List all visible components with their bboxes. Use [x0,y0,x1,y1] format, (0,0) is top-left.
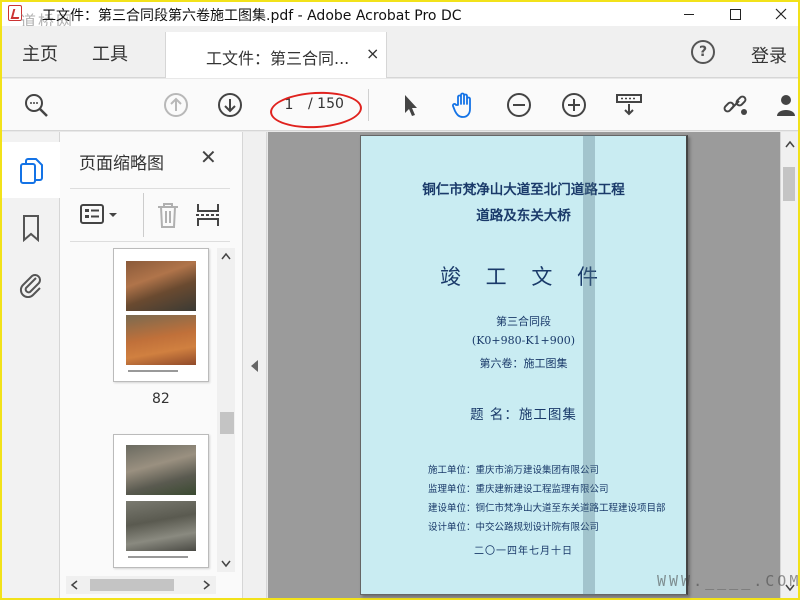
share-link-icon[interactable] [722,91,750,119]
next-page-icon[interactable] [216,91,244,119]
title-bar: 道桥网 工文件：第三合同段第六卷施工图集.pdf - Adobe Acrobat… [2,2,800,31]
scroll-mode-icon[interactable] [615,91,643,119]
thumbnails-close-button[interactable]: ✕ [200,145,217,169]
left-rail [2,132,60,598]
add-user-icon[interactable] [774,91,800,119]
scroll-down-icon[interactable] [221,560,231,568]
thumbnail-photo [126,445,196,495]
doc-main-title: 竣 工 文 件 [439,265,608,289]
thumbnails-panel: 页面缩略图 ✕ 82 [60,132,243,598]
delete-page-icon[interactable] [155,201,181,233]
thumbnails-divider [143,193,144,237]
minimize-button[interactable] [667,2,711,26]
window-title: 工文件：第三合同段第六卷施工图集.pdf - Adobe Acrobat Pro… [42,8,462,24]
tab-bar: 主页 工具 工文件：第三合同... × ? 登录 [2,26,798,78]
thumbnail-photo [126,315,196,365]
doc-chainage: (K0+980-K1+900) [471,334,576,347]
zoom-out-icon[interactable] [505,91,533,119]
tab-document[interactable]: 工文件：第三合同... × [165,32,387,78]
previous-page-icon[interactable] [162,91,190,119]
tab-tools[interactable]: 工具 [92,40,128,66]
doc-unit-line: 施工单位：重庆市渝万建设集团有限公司 [428,465,600,476]
help-icon[interactable]: ? [691,40,715,64]
scroll-right-icon[interactable] [203,580,211,590]
panel-collapse-strip[interactable] [243,132,267,598]
scroll-up-icon[interactable] [785,140,795,148]
tab-home[interactable]: 主页 [22,40,58,66]
watermark-bottom: WWW.____.COM [657,572,800,590]
scroll-left-icon[interactable] [70,580,78,590]
doc-volume: 第六卷：施工图集 [479,357,568,370]
thumbnail-page-label: 82 [152,391,170,407]
document-vertical-scrollbar[interactable] [780,132,798,598]
thumbnails-hscroll-thumb[interactable] [90,579,174,591]
close-window-button[interactable] [759,2,800,26]
search-icon[interactable] [22,91,50,119]
bookmarks-icon[interactable] [21,214,41,246]
page-thumbnails-icon[interactable] [19,158,45,190]
document-view[interactable]: 铜仁市梵净山大道至北门道路工程 道路及东关大桥 竣 工 文 件 第三合同段 (K… [268,132,780,598]
doc-date: 二〇一四年七月十日 [474,546,573,557]
thumbnails-toolbar [70,188,230,242]
thumbnail-caption [128,370,178,372]
select-cursor-icon[interactable] [396,91,424,119]
scroll-up-icon[interactable] [221,252,231,260]
page-thumbnail[interactable] [113,248,209,382]
page-shadow [583,135,595,595]
login-button[interactable]: 登录 [751,42,787,68]
thumbnail-photo [126,501,196,551]
thumbnail-caption [128,556,188,558]
doc-unit-line: 设计单位：中交公路规划设计院有限公司 [428,522,600,533]
tab-document-label: 工文件：第三合同... [206,49,350,68]
extract-pages-icon[interactable] [195,201,221,233]
doc-title-line2: 道路及东关大桥 [476,208,571,224]
thumbnail-options-icon[interactable] [80,203,120,231]
tab-close-button[interactable]: × [366,44,379,63]
document-scroll-thumb[interactable] [783,167,795,201]
thumbnails-vertical-scrollbar[interactable] [217,248,235,572]
toolbar-divider [368,89,369,121]
hand-tool-icon[interactable] [450,91,478,119]
doc-unit-line: 建设单位：铜仁市梵净山大道至东关道路工程建设项目部 [428,503,666,514]
doc-subject: 题 名：施工图集 [470,407,577,423]
document-page: 铜仁市梵净山大道至北门道路工程 道路及东关大桥 竣 工 文 件 第三合同段 (K… [360,135,688,595]
doc-section: 第三合同段 [496,315,551,328]
maximize-button[interactable] [713,2,757,26]
close-icon [775,8,787,20]
thumbnail-photo [126,261,196,311]
zoom-in-icon[interactable] [560,91,588,119]
thumbnails-title: 页面缩略图 [79,154,164,174]
doc-unit-line: 监理单位：重庆建新建设工程监理有限公司 [428,484,609,495]
collapse-arrow-icon[interactable] [251,360,258,372]
page-thumbnail[interactable] [113,434,209,568]
thumbnails-scroll-thumb[interactable] [220,412,234,434]
toolbar: / 150 [2,79,798,131]
attachments-icon[interactable] [18,270,44,302]
doc-title-line1: 铜仁市梵净山大道至北门道路工程 [422,182,625,198]
